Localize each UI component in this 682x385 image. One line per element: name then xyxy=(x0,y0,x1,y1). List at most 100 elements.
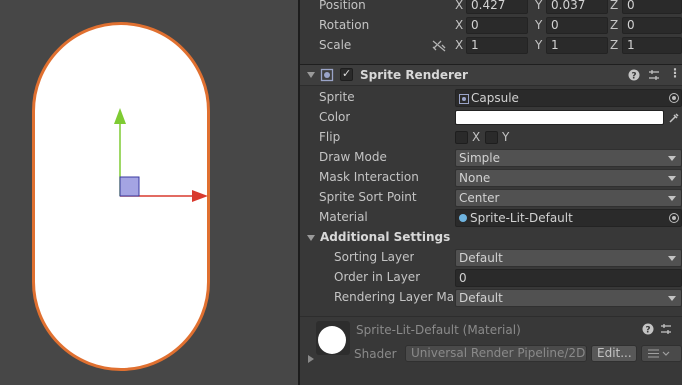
rotation-z-field[interactable]: 0 xyxy=(622,17,682,34)
material-sphere-preview xyxy=(318,326,346,354)
scale-row: Scale X 1 Y 1 Z 1 xyxy=(300,36,682,56)
material-thumbnail[interactable] xyxy=(316,321,350,355)
rendering-layer-mask-dropdown[interactable]: Default xyxy=(455,289,682,307)
sprite-sort-point-row: Sprite Sort Point Center xyxy=(300,188,682,208)
rotation-y-axis-label[interactable]: Y xyxy=(535,18,542,32)
material-row: Material Sprite-Lit-Default xyxy=(300,208,682,228)
shader-dropdown[interactable]: Universal Render Pipeline/2D xyxy=(405,345,587,362)
rotation-z-axis-label[interactable]: Z xyxy=(610,18,618,32)
draw-mode-label: Draw Mode xyxy=(319,150,387,164)
scale-x-field[interactable]: 1 xyxy=(466,37,528,54)
edit-shader-button[interactable]: Edit... xyxy=(591,345,637,362)
chevron-down-icon xyxy=(668,196,676,201)
additional-settings-label[interactable]: Additional Settings xyxy=(320,230,450,244)
position-z-field[interactable]: 0 xyxy=(622,0,682,14)
preset-icon[interactable] xyxy=(660,323,672,335)
mask-interaction-dropdown[interactable]: None xyxy=(455,169,682,187)
order-in-layer-field[interactable]: 0 xyxy=(455,269,682,287)
flip-label: Flip xyxy=(319,130,341,144)
sprite-asset-icon xyxy=(459,94,469,104)
material-label: Material xyxy=(319,210,368,224)
color-row: Color xyxy=(300,108,682,128)
flip-y-label: Y xyxy=(502,130,510,144)
chevron-down-icon xyxy=(668,296,676,301)
constrain-proportions-icon[interactable] xyxy=(432,40,446,52)
mask-interaction-label: Mask Interaction xyxy=(319,170,419,184)
eyedropper-icon[interactable] xyxy=(668,112,680,124)
sprite-object-field[interactable]: Capsule xyxy=(455,89,682,107)
rotation-y-field[interactable]: 0 xyxy=(546,17,608,34)
sprite-value: Capsule xyxy=(471,91,519,105)
position-y-axis-label[interactable]: Y xyxy=(535,0,542,12)
rotation-x-axis-label[interactable]: X xyxy=(455,18,463,32)
inspector-panel: Position X 0.427 Y 0.037 Z 0 Rotation X … xyxy=(300,0,682,385)
sprite-sort-point-dropdown[interactable]: Center xyxy=(455,189,682,207)
position-label: Position xyxy=(319,0,366,12)
order-in-layer-row: Order in Layer 0 xyxy=(300,268,682,288)
shader-value: Universal Render Pipeline/2D xyxy=(411,346,586,360)
material-asset-icon xyxy=(459,214,467,222)
sorting-layer-row: Sorting Layer Default xyxy=(300,248,682,268)
order-in-layer-label: Order in Layer xyxy=(334,270,421,284)
rotation-label: Rotation xyxy=(319,18,370,32)
position-z-axis-label[interactable]: Z xyxy=(610,0,618,12)
sorting-layer-value: Default xyxy=(459,251,503,265)
rendering-layer-mask-label: Rendering Layer Mas xyxy=(334,290,453,304)
fold-chevron-down-icon[interactable] xyxy=(307,235,315,241)
scale-y-axis-label[interactable]: Y xyxy=(535,38,542,52)
material-object-field[interactable]: Sprite-Lit-Default xyxy=(455,209,682,227)
flip-x-checkbox[interactable] xyxy=(455,131,468,144)
help-icon[interactable]: ? xyxy=(628,69,640,81)
object-picker-icon[interactable] xyxy=(669,213,679,223)
scene-view[interactable] xyxy=(0,0,298,385)
position-row: Position X 0.427 Y 0.037 Z 0 xyxy=(300,0,682,16)
svg-text:?: ? xyxy=(631,72,636,82)
draw-mode-row: Draw Mode Simple xyxy=(300,148,682,168)
material-options-dropdown[interactable] xyxy=(641,345,682,362)
list-options-icon xyxy=(648,349,670,358)
fold-chevron-down-icon[interactable] xyxy=(307,72,315,78)
flip-row: Flip X Y xyxy=(300,128,682,148)
color-label: Color xyxy=(319,110,351,124)
flip-y-checkbox[interactable] xyxy=(485,131,498,144)
scale-z-axis-label[interactable]: Z xyxy=(610,38,618,52)
draw-mode-dropdown[interactable]: Simple xyxy=(455,149,682,167)
rendering-layer-mask-row: Rendering Layer Mas Default xyxy=(300,288,682,308)
chevron-down-icon xyxy=(668,176,676,181)
fold-chevron-right-icon[interactable] xyxy=(308,355,314,363)
chevron-down-icon xyxy=(668,156,676,161)
mask-interaction-row: Mask Interaction None xyxy=(300,168,682,188)
additional-settings-row[interactable]: Additional Settings xyxy=(300,228,682,248)
object-picker-icon[interactable] xyxy=(669,93,679,103)
center-plane-handle[interactable] xyxy=(119,176,140,197)
rotation-x-field[interactable]: 0 xyxy=(466,17,528,34)
sorting-layer-label: Sorting Layer xyxy=(334,250,415,264)
scale-z-field[interactable]: 1 xyxy=(622,37,682,54)
help-icon[interactable]: ? xyxy=(642,323,654,335)
color-swatch-field[interactable] xyxy=(455,110,664,125)
sprite-renderer-enabled-checkbox[interactable]: ✓ xyxy=(340,67,353,81)
sprite-label: Sprite xyxy=(319,90,355,104)
position-y-field[interactable]: 0.037 xyxy=(546,0,608,14)
more-icon[interactable]: ⋮ xyxy=(669,66,681,80)
scale-label: Scale xyxy=(319,38,352,52)
scene-canvas[interactable] xyxy=(0,0,298,385)
rotation-row: Rotation X 0 Y 0 Z 0 xyxy=(300,16,682,36)
position-x-axis-label[interactable]: X xyxy=(455,0,463,12)
material-preview-title: Sprite-Lit-Default (Material) xyxy=(356,323,521,337)
scale-y-field[interactable]: 1 xyxy=(546,37,608,54)
position-x-field[interactable]: 0.427 xyxy=(466,0,528,14)
sprite-renderer-component-icon xyxy=(320,68,334,82)
shader-label: Shader xyxy=(354,347,397,361)
sorting-layer-dropdown[interactable]: Default xyxy=(455,249,682,267)
chevron-down-icon xyxy=(668,256,676,261)
draw-mode-value: Simple xyxy=(459,151,500,165)
preset-icon[interactable] xyxy=(648,69,660,81)
sprite-renderer-header[interactable]: ✓ Sprite Renderer ? ⋮ xyxy=(300,64,682,86)
scale-x-axis-label[interactable]: X xyxy=(455,38,463,52)
sprite-sort-point-label: Sprite Sort Point xyxy=(319,190,417,204)
flip-x-label: X xyxy=(472,130,481,144)
material-preview-section: Sprite-Lit-Default (Material) Shader Uni… xyxy=(300,316,682,385)
rendering-layer-mask-value: Default xyxy=(459,291,503,305)
mask-interaction-value: None xyxy=(459,171,491,185)
